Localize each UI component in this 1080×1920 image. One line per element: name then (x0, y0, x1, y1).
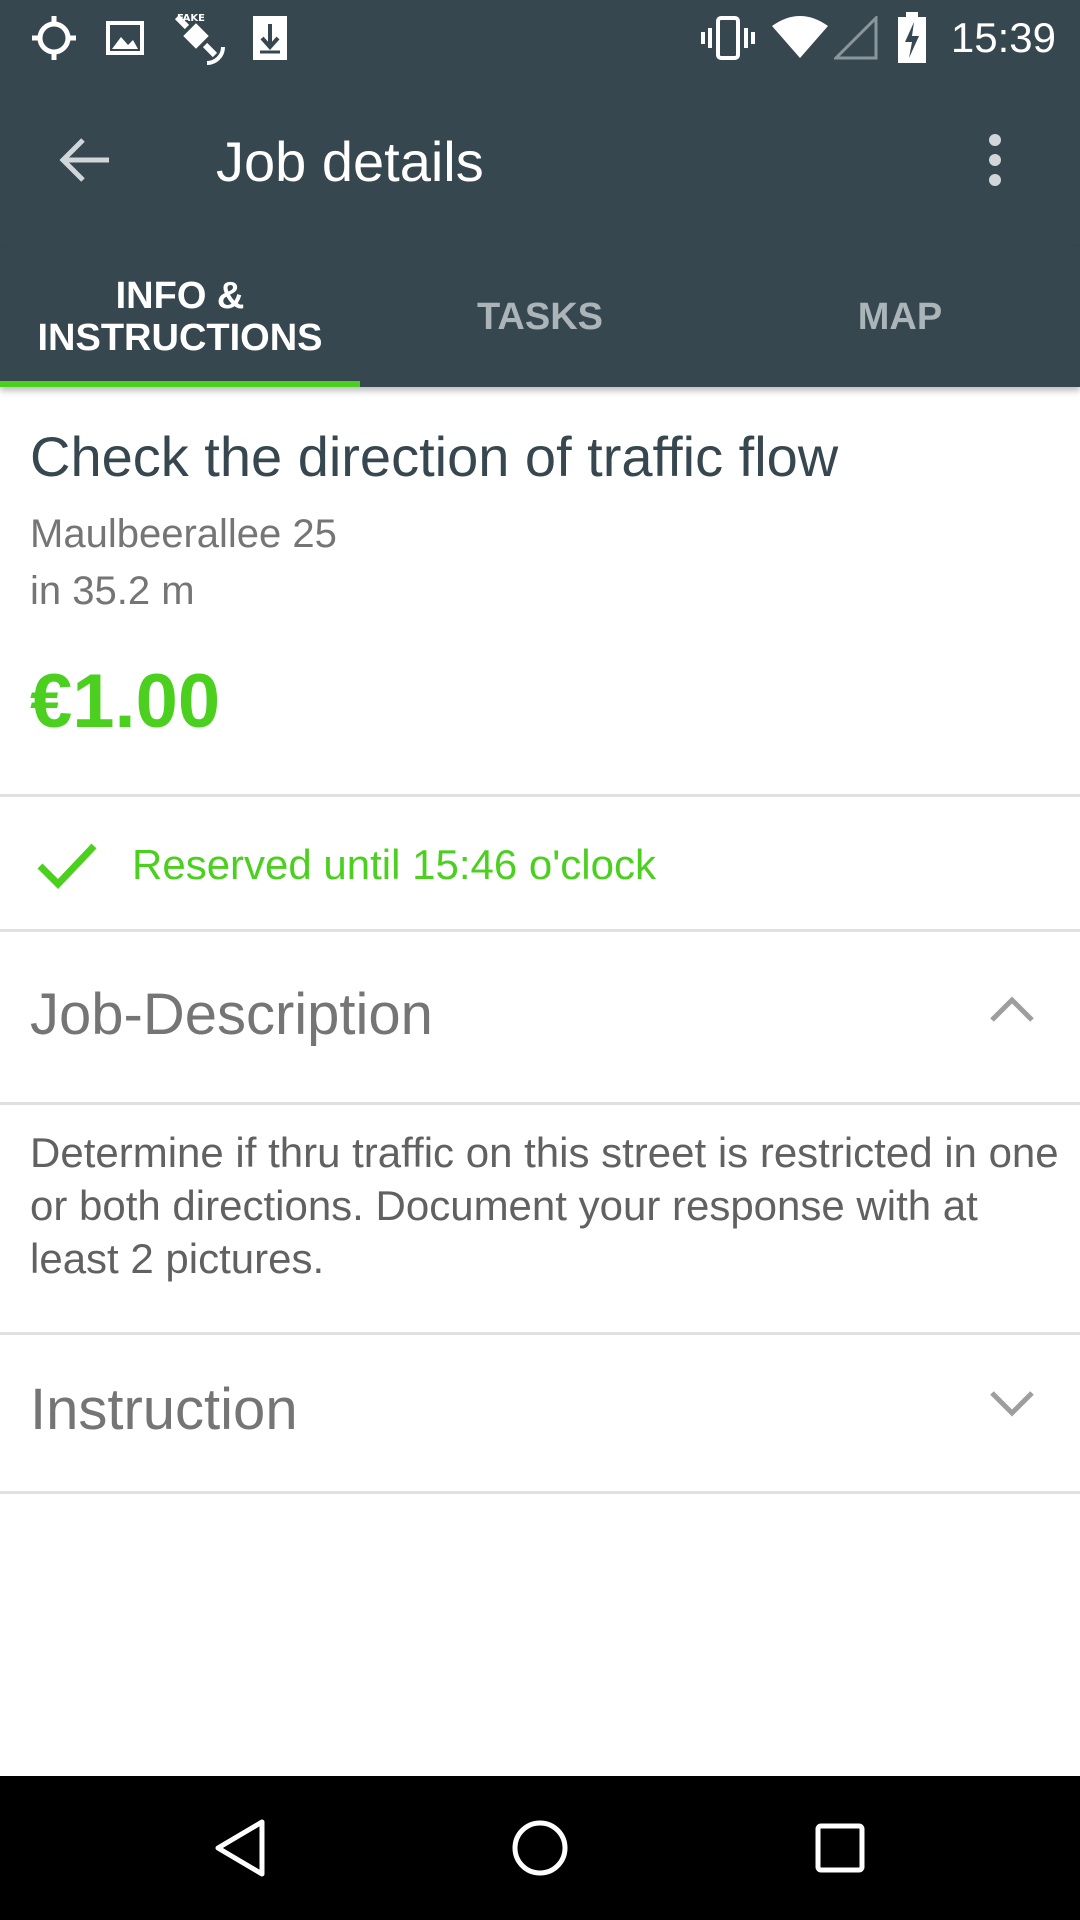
signal-icon (832, 0, 880, 75)
job-title: Check the direction of traffic flow (30, 425, 839, 488)
home-circle-icon (512, 1820, 568, 1876)
fake-gps-icon: FAKE (168, 0, 228, 75)
check-icon (37, 843, 97, 890)
instruction-header[interactable]: Instruction (0, 1335, 1080, 1491)
divider (0, 1491, 1080, 1494)
tab-tasks[interactable]: TASKS (360, 247, 720, 387)
reservation-status: Reserved until 15:46 o'clock (0, 798, 1080, 930)
nav-recents-button[interactable] (795, 1803, 885, 1893)
navigation-bar (0, 1776, 1080, 1920)
download-icon (248, 0, 292, 75)
tab-info-instructions[interactable]: INFO & INSTRUCTIONS (0, 247, 360, 387)
chevron-up-icon (990, 996, 1034, 1022)
job-description-text: Determine if thru traffic on this street… (30, 1129, 1059, 1282)
wifi-icon (770, 0, 830, 75)
status-bar: FAKE 15:39 (0, 0, 1080, 75)
overflow-menu-button[interactable] (950, 115, 1040, 205)
app-bar: Job details (0, 75, 1080, 247)
divider (0, 794, 1080, 797)
page-title: Job details (216, 130, 484, 193)
back-button[interactable] (40, 115, 130, 205)
job-price: €1.00 (30, 659, 221, 744)
job-distance: in 35.2 m (30, 569, 195, 613)
divider (0, 1102, 1080, 1105)
gps-icon (24, 0, 84, 75)
tab-label: INSTRUCTIONS (37, 317, 323, 359)
vibrate-icon (698, 0, 758, 75)
recents-square-icon (815, 1823, 865, 1873)
battery-charging-icon (894, 0, 930, 75)
nav-home-button[interactable] (495, 1803, 585, 1893)
section-title: Instruction (30, 1377, 298, 1442)
arrow-back-icon (59, 138, 109, 182)
tab-label: INFO & (115, 275, 245, 317)
image-icon (100, 0, 150, 75)
tab-bar: INFO & INSTRUCTIONS TASKS MAP (0, 247, 1080, 387)
section-title: Job-Description (30, 982, 433, 1047)
tab-label: TASKS (477, 296, 603, 338)
back-triangle-icon (215, 1819, 265, 1877)
tab-label: MAP (857, 296, 943, 338)
status-time: 15:39 (950, 14, 1056, 61)
nav-back-button[interactable] (195, 1803, 285, 1893)
reservation-text: Reserved until 15:46 o'clock (132, 841, 656, 888)
chevron-down-icon (990, 1391, 1034, 1417)
more-vert-icon (989, 134, 1001, 186)
svg-text:FAKE: FAKE (177, 13, 205, 24)
job-address: Maulbeerallee 25 (30, 512, 337, 556)
job-description-header[interactable]: Job-Description (0, 932, 1080, 1102)
tab-map[interactable]: MAP (720, 247, 1080, 387)
